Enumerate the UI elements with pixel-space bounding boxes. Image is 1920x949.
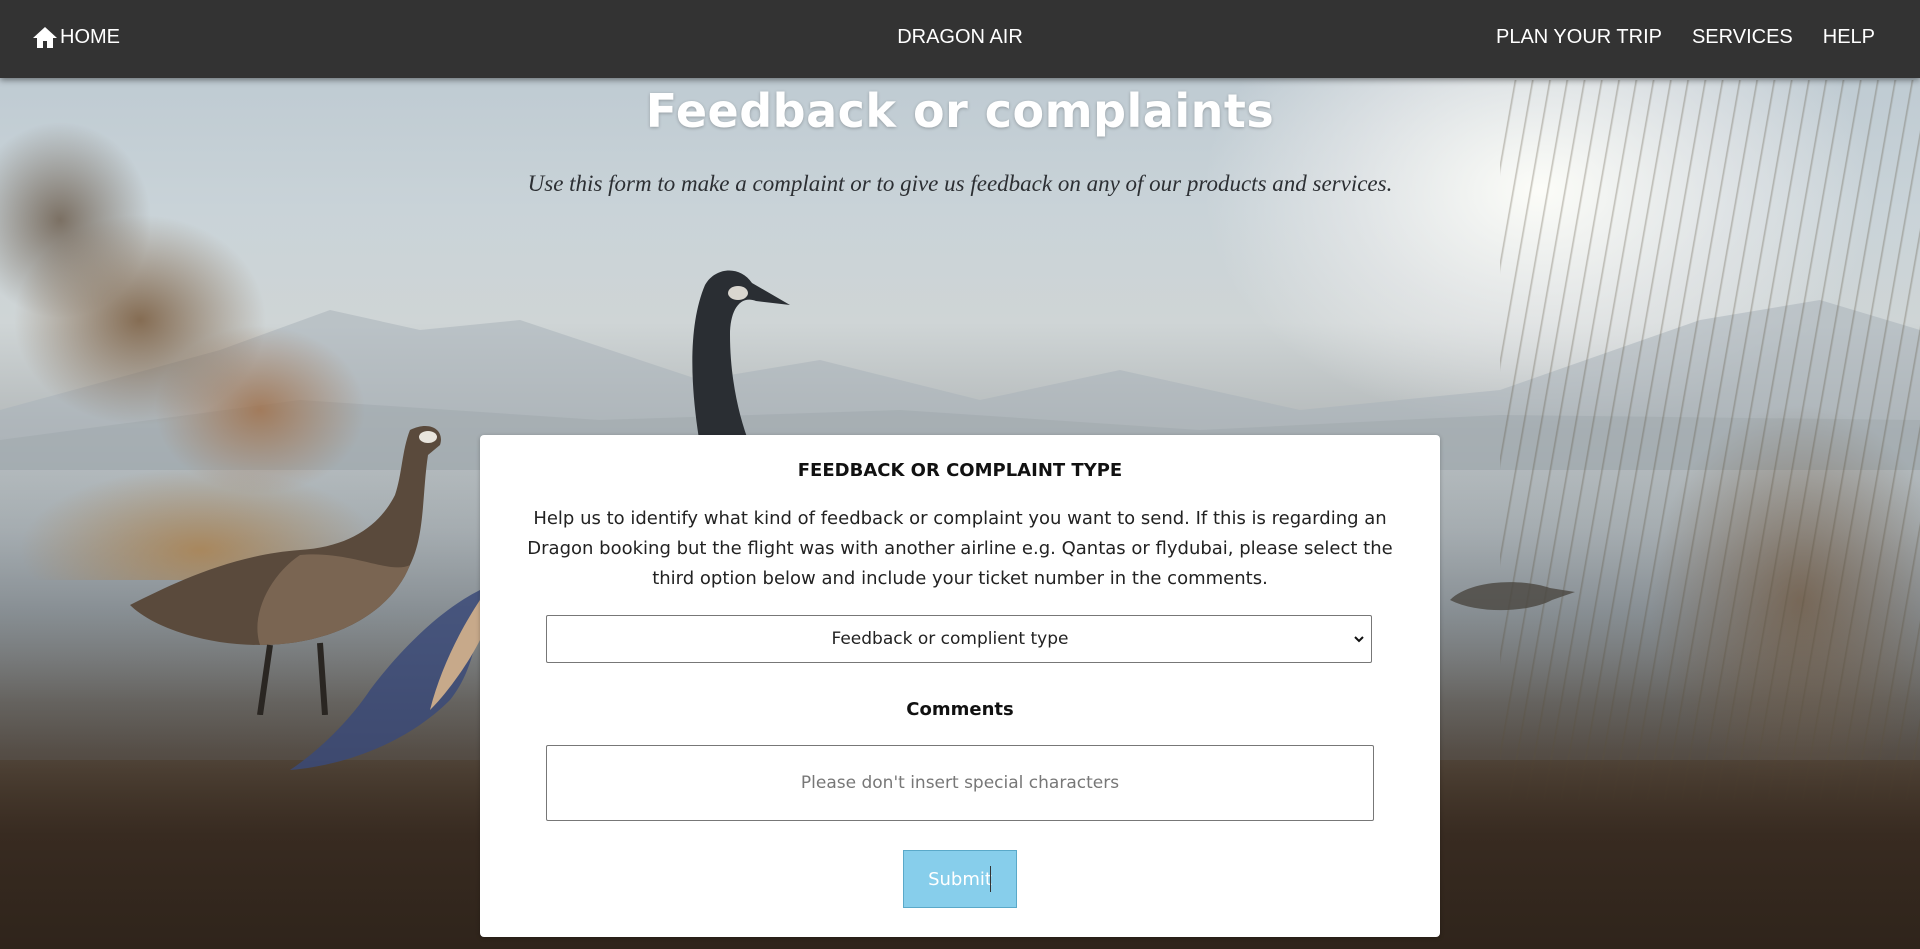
goose-right-silhouette (1450, 582, 1575, 611)
feedback-type-selected-value: Feedback or complient type (831, 629, 1069, 649)
feedback-form-card: FEEDBACK OR COMPLAINT TYPE Help us to id… (480, 435, 1440, 937)
form-description: Help us to identify what kind of feedbac… (527, 508, 1393, 589)
form-heading: FEEDBACK OR COMPLAINT TYPE (797, 460, 1123, 481)
comments-label: Comments (906, 699, 1014, 720)
page-title: Feedback or complaints (645, 84, 1275, 138)
top-navbar: HOME DRAGON AIR PLAN YOUR TRIP SERVICES … (0, 0, 1920, 78)
nav-home-link[interactable]: HOME (32, 25, 120, 49)
nav-link-plan-your-trip[interactable]: PLAN YOUR TRIP (1496, 26, 1662, 49)
nav-links: PLAN YOUR TRIP SERVICES HELP (1496, 26, 1875, 49)
submit-button[interactable]: Submit (903, 850, 1017, 908)
comments-input[interactable] (546, 745, 1374, 821)
page-subtitle: Use this form to make a complaint or to … (527, 171, 1393, 196)
nav-link-help[interactable]: HELP (1823, 26, 1875, 49)
home-icon (33, 27, 57, 48)
text-cursor (990, 866, 991, 892)
brand-title[interactable]: DRAGON AIR (897, 26, 1023, 48)
feedback-type-select[interactable]: Feedback or complient type (546, 615, 1372, 663)
page: HOME DRAGON AIR PLAN YOUR TRIP SERVICES … (0, 0, 1920, 949)
nav-home-label: HOME (60, 25, 120, 48)
goose-flapping-silhouette (290, 590, 480, 770)
goose-center-silhouette (692, 270, 790, 445)
nav-link-services[interactable]: SERVICES (1692, 26, 1793, 49)
chevron-down-icon (1354, 636, 1364, 643)
